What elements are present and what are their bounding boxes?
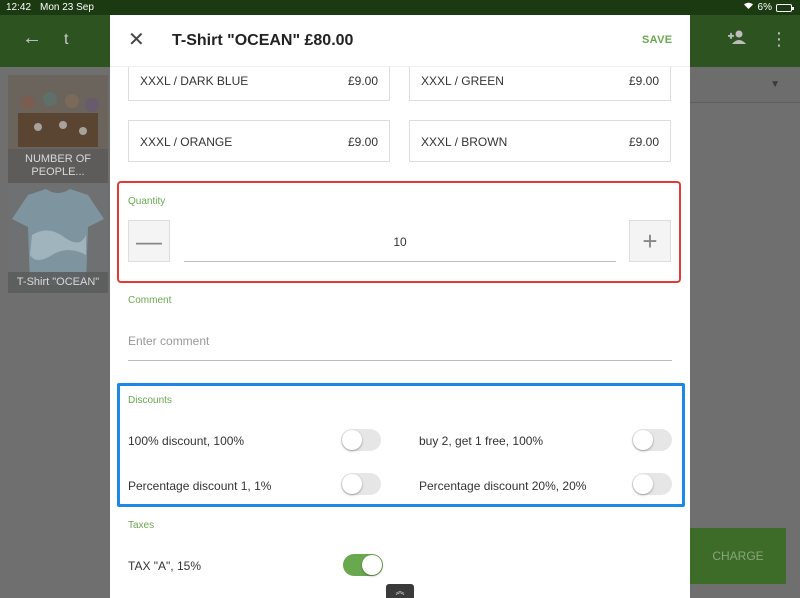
quantity-input[interactable]: 10 [184,227,616,262]
variant-price: £9.00 [347,135,378,149]
close-icon[interactable]: ✕ [128,27,145,52]
discount-label: Percentage discount 20%, 20% [419,479,587,493]
tile-label: T-Shirt "OCEAN" [8,272,108,293]
more-options-icon[interactable]: ⋮ [770,29,788,50]
discount-toggle[interactable] [341,429,381,451]
variant-price: £9.00 [347,74,378,88]
variant-name: XXXL / BROWN [421,135,508,149]
modal-title: T-Shirt "OCEAN" £80.00 [172,32,354,49]
increase-quantity-button[interactable]: + [629,220,671,262]
discount-label: 100% discount, 100% [128,434,245,448]
status-date: Mon 23 Sep [40,2,94,13]
item-tile-tshirt-ocean: T-Shirt "OCEAN" [8,185,108,293]
scroll-up-handle-icon[interactable]: ︽ [386,584,414,598]
variant-name: XXXL / GREEN [421,74,504,88]
variant-option[interactable]: XXXL / ORANGE £9.00 [128,120,390,162]
background-title: t [64,31,69,48]
variant-name: XXXL / ORANGE [140,135,233,149]
decrease-quantity-button[interactable]: — [128,220,170,262]
modal-header: ✕ T-Shirt "OCEAN" £80.00 SAVE [110,15,690,67]
wifi-icon [743,0,754,15]
status-time: 12:42 [6,2,32,13]
discount-toggle[interactable] [632,429,672,451]
background-dropdown: ▼ [690,67,800,103]
variant-price: £9.00 [628,74,659,88]
dropdown-caret-icon: ▼ [770,79,780,90]
discount-toggle[interactable] [341,473,381,495]
variant-name: XXXL / DARK BLUE [140,74,249,88]
discount-label: Percentage discount 1, 1% [128,479,272,493]
discount-toggle[interactable] [632,473,672,495]
battery-icon [776,3,794,12]
tax-toggle[interactable] [343,554,383,576]
save-button[interactable]: SAVE [642,34,672,46]
status-bar: 12:42 Mon 23 Sep 6% [0,0,800,15]
tax-label: TAX "A", 15% [128,559,201,573]
comment-label: Comment [128,295,172,306]
item-tile-number-of-people: NUMBER OF PEOPLE... [8,75,108,183]
variant-option[interactable]: XXXL / BROWN £9.00 [409,120,671,162]
comment-input[interactable]: Enter comment [128,329,672,361]
charge-button[interactable]: CHARGE [690,528,786,584]
taxes-label: Taxes [128,520,155,531]
discount-label: buy 2, get 1 free, 100% [419,434,544,448]
add-customer-icon[interactable] [727,29,747,50]
back-arrow-icon[interactable]: ← [22,27,42,50]
tile-label: NUMBER OF PEOPLE... [8,149,108,183]
item-edit-modal: ✕ T-Shirt "OCEAN" £80.00 SAVE XXXL / DAR… [110,15,690,598]
battery-percent: 6% [757,2,772,13]
variant-price: £9.00 [628,135,659,149]
quantity-label: Quantity [128,196,166,207]
discounts-label: Discounts [128,395,172,406]
